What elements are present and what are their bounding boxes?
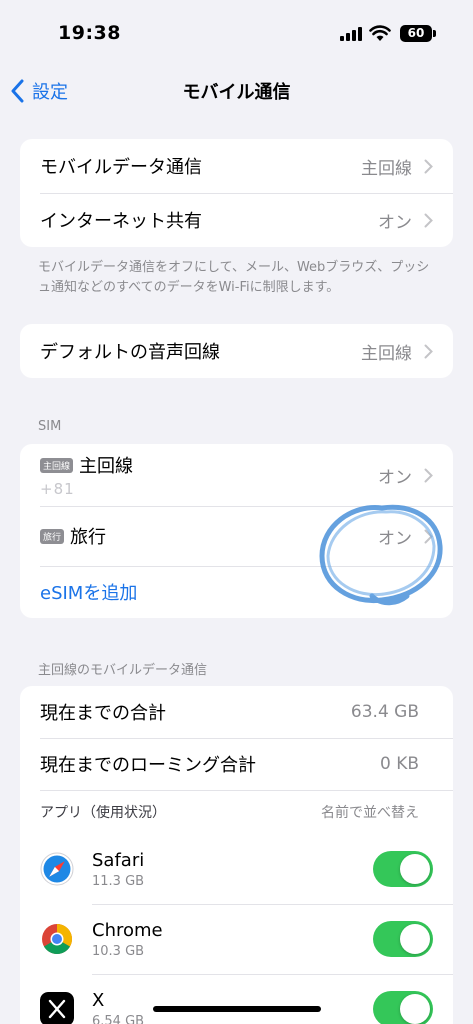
chevron-right-icon [424, 529, 433, 543]
page-title: モバイル通信 [182, 82, 291, 103]
sim-name: 旅行 [70, 527, 107, 548]
default-voice-line-row[interactable]: デフォルトの音声回線 主回線 [20, 324, 453, 378]
app-name: X [92, 989, 105, 1011]
row-value: 主回線 [361, 343, 412, 364]
sim-badge: 旅行 [40, 528, 65, 544]
usage-group: 現在までの合計 63.4 GB 現在までのローミング合計 0 KB アプリ（使用… [20, 686, 453, 1024]
x-icon [40, 992, 74, 1024]
row-value: オン [378, 467, 412, 488]
battery-icon: 60 [400, 25, 436, 42]
status-bar: 19:38 60 [0, 0, 473, 62]
app-name: Safari [92, 849, 145, 871]
safari-data-toggle[interactable] [373, 851, 433, 887]
chevron-right-icon [424, 344, 433, 358]
row-value: オン [378, 528, 412, 549]
status-time: 19:38 [58, 22, 121, 44]
personal-hotspot-row[interactable]: インターネット共有 オン [20, 193, 453, 247]
row-label: インターネット共有 [40, 211, 202, 232]
mobile-data-group: モバイルデータ通信 主回線 インターネット共有 オン [20, 139, 453, 247]
cellular-signal-icon [340, 27, 362, 41]
mobile-data-row[interactable]: モバイルデータ通信 主回線 [20, 139, 453, 193]
apps-header-row: アプリ（使用状況） 名前で並べ替え [20, 790, 453, 834]
chevron-right-icon [424, 159, 433, 173]
sim-name: 主回線 [79, 456, 134, 477]
safari-icon [40, 852, 74, 886]
sim-number: +81 [40, 480, 75, 498]
sim-badge: 主回線 [40, 457, 74, 473]
sim-group: 主回線 主回線 +81 オン 旅行 旅行 オン eSIMを追加 [20, 444, 453, 618]
row-label: モバイルデータ通信 [40, 157, 202, 178]
chevron-right-icon [424, 213, 433, 227]
row-value: オン [378, 212, 412, 233]
chrome-data-toggle[interactable] [373, 921, 433, 957]
chevron-right-icon [424, 468, 433, 482]
app-size: 10.3 GB [92, 943, 145, 959]
row-value: 主回線 [361, 158, 412, 179]
app-name: Chrome [92, 919, 163, 941]
default-voice-group: デフォルトの音声回線 主回線 [20, 324, 453, 378]
row-value: 63.4 GB [350, 702, 419, 722]
mobile-data-caption: モバイルデータ通信をオフにして、メール、Webブラウズ、プッシュ通知などのすべて… [38, 260, 430, 295]
chrome-icon [42, 924, 73, 955]
wifi-icon [369, 25, 391, 41]
usage-roaming-row: 現在までのローミング合計 0 KB [20, 738, 453, 790]
app-row-chrome: Chrome 10.3 GB [20, 904, 453, 974]
row-label: 現在までのローミング合計 [40, 755, 256, 776]
usage-total-row: 現在までの合計 63.4 GB [20, 686, 453, 738]
navigation-bar: 設定 モバイル通信 [0, 62, 473, 118]
home-indicator[interactable] [153, 1006, 321, 1012]
sim-line-primary[interactable]: 主回線 主回線 +81 オン [20, 444, 453, 506]
sim-section-header: SIM [38, 419, 62, 434]
sim-line-travel[interactable]: 旅行 旅行 オン [20, 506, 453, 566]
sort-by-name-button[interactable]: 名前で並べ替え [321, 802, 419, 822]
add-esim-row[interactable]: eSIMを追加 [20, 566, 453, 618]
app-row-safari: Safari 11.3 GB [20, 834, 453, 904]
x-data-toggle[interactable] [373, 991, 433, 1024]
app-size: 11.3 GB [92, 873, 145, 889]
usage-section-header: 主回線のモバイルデータ通信 [38, 663, 208, 678]
app-row-x: X 6.54 GB [20, 974, 453, 1024]
app-size: 6.54 GB [92, 1013, 145, 1024]
row-label: デフォルトの音声回線 [40, 342, 220, 363]
row-value: 0 KB [379, 754, 419, 774]
row-label: 現在までの合計 [40, 703, 166, 724]
apps-header: アプリ（使用状況） [40, 805, 166, 821]
add-esim-link[interactable]: eSIMを追加 [40, 579, 137, 605]
